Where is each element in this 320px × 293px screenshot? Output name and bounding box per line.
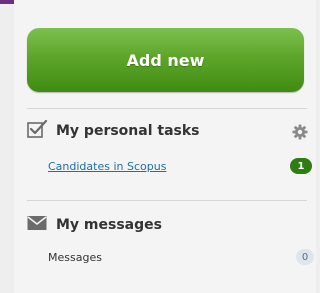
messages-count-badge: 0: [296, 249, 314, 265]
tasks-section-title: My personal tasks: [56, 123, 200, 139]
divider: [27, 200, 307, 201]
envelope-icon: [27, 215, 48, 235]
messages-item[interactable]: Messages: [48, 251, 102, 264]
sidebar-panel: Add new My personal tasks Candidates in …: [14, 0, 316, 293]
messages-section-header: My messages: [27, 214, 162, 236]
add-new-button[interactable]: Add new: [27, 28, 304, 92]
tasks-section-header: My personal tasks: [27, 119, 200, 143]
task-link-candidates-in-scopus[interactable]: Candidates in Scopus: [48, 160, 166, 173]
messages-section-title: My messages: [56, 217, 162, 233]
checkbox-checked-icon: [27, 119, 48, 143]
task-count-badge: 1: [290, 158, 312, 174]
divider: [27, 108, 307, 109]
gear-icon[interactable]: [292, 124, 308, 140]
